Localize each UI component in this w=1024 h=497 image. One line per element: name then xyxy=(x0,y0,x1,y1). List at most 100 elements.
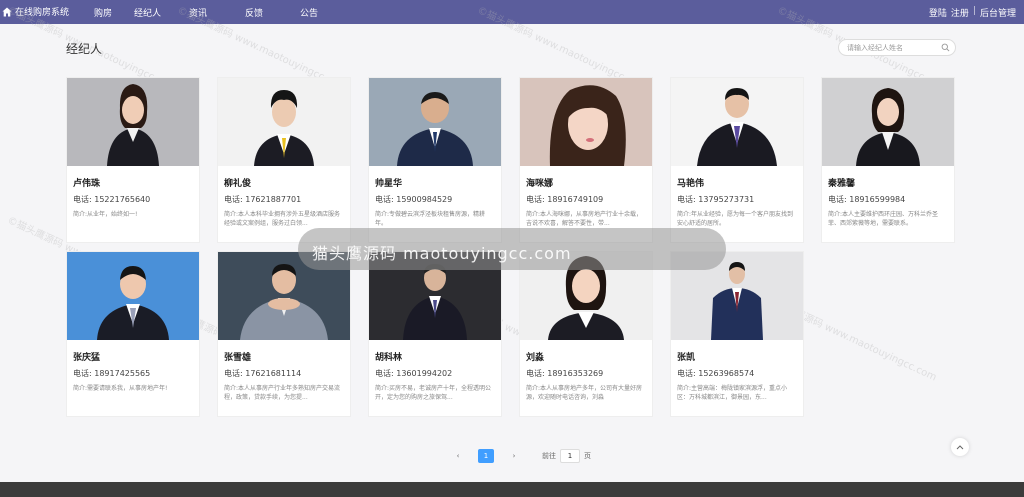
agent-intro: 简介:本人从事房地产多年，公司有大量好房源，欢迎随时电话咨询，刘淼 xyxy=(526,385,643,401)
agent-intro: 简介:买房不易，老诚房产十年，全程透明公开，定为您的购房之旅保驾... xyxy=(375,385,492,401)
agent-phone-number: 18916353269 xyxy=(547,369,604,378)
agent-name: 柳礼俊 xyxy=(224,179,252,189)
agent-name: 张庆猛 xyxy=(73,353,101,363)
agent-phone-number: 15900984529 xyxy=(396,195,453,204)
agent-intro: 简介:从业年，始终如一! xyxy=(73,211,138,218)
agent-intro: 简介:本人海咪娜，从事房地产行业十余载，吉说不欢喜，解答不要性，带... xyxy=(526,211,643,227)
agent-name: 帅星华 xyxy=(375,179,403,189)
agent-phone: 电话: 13601994202 xyxy=(375,368,452,379)
agent-search-box xyxy=(838,39,956,56)
agent-phone-label: 电话: xyxy=(73,369,92,378)
agent-phone-number: 17621887701 xyxy=(245,195,302,204)
agent-phone-number: 18916599984 xyxy=(849,195,906,204)
agent-card[interactable]: 秦雅馨 电话: 18916599984 简介:本人主要维护西环庄园、万科兰乔圣菲… xyxy=(821,77,955,243)
agent-card[interactable]: 张雪雄 电话: 17621681114 简介:本人从事房产行业年多熟知房产交易流… xyxy=(217,251,351,417)
agent-phone-number: 18917425565 xyxy=(94,369,151,378)
agent-name: 秦雅馨 xyxy=(828,179,856,189)
footer xyxy=(0,482,1024,497)
agent-phone-label: 电话: xyxy=(375,369,394,378)
back-to-top-button[interactable] xyxy=(951,438,969,456)
agent-card[interactable]: 柳礼俊 电话: 17621887701 简介:本人本科毕业拥有涉外五星级酒店服务… xyxy=(217,77,351,243)
nav-divider: | xyxy=(972,6,976,16)
agent-phone-label: 电话: xyxy=(828,195,847,204)
pagination: ‹ 1 › 前往 页 xyxy=(450,449,591,463)
agent-phone-number: 17621681114 xyxy=(245,369,302,378)
agent-name: 马艳伟 xyxy=(677,179,705,189)
agent-phone: 电话: 15263968574 xyxy=(677,368,754,379)
agent-phone: 电话: 17621887701 xyxy=(224,194,301,205)
agent-card[interactable]: 帅星华 电话: 15900984529 简介:专做碧云滨浮泾板块租售房源，精耕年… xyxy=(368,77,502,243)
prev-page-icon[interactable]: ‹ xyxy=(450,449,466,463)
nav-item-agents[interactable]: 经纪人 xyxy=(134,6,161,19)
agent-search-input[interactable] xyxy=(847,42,941,54)
brand[interactable]: 在线购房系统 xyxy=(2,5,69,18)
agent-card[interactable]: 张庆猛 电话: 18917425565 简介:需要请联系我，从事房地产年! xyxy=(66,251,200,417)
goto-page-input[interactable] xyxy=(560,449,580,463)
nav-item-feedback[interactable]: 反馈 xyxy=(245,6,263,19)
agent-photo xyxy=(520,78,652,166)
search-icon[interactable] xyxy=(941,43,950,52)
agent-phone: 电话: 17621681114 xyxy=(224,368,301,379)
agent-phone-label: 电话: xyxy=(375,195,394,204)
register-link[interactable]: 注册 xyxy=(951,6,969,19)
page-number-current[interactable]: 1 xyxy=(478,449,494,463)
agent-phone-label: 电话: xyxy=(677,195,696,204)
nav-item-announcement[interactable]: 公告 xyxy=(300,6,318,19)
agent-intro: 简介:本人主要维护西环庄园、万科兰乔圣菲、西郊紫薇等地，需要联系。 xyxy=(828,211,939,227)
chevron-up-icon xyxy=(956,445,964,450)
agent-phone-label: 电话: xyxy=(526,195,545,204)
agent-photo xyxy=(822,78,954,166)
nav-item-buy-house[interactable]: 购房 xyxy=(94,6,112,19)
agent-phone-label: 电话: xyxy=(677,369,696,378)
agent-phone: 电话: 15900984529 xyxy=(375,194,452,205)
agent-phone: 电话: 18916599984 xyxy=(828,194,905,205)
agent-card[interactable]: 张凯 电话: 15263968574 简介:主营高端：梅陇镇家滨源浮，重点小区：… xyxy=(670,251,804,417)
home-icon xyxy=(2,7,12,16)
agent-card[interactable]: 胡科林 电话: 13601994202 简介:买房不易，老诚房产十年，全程透明公… xyxy=(368,251,502,417)
agent-card[interactable]: 卢伟珠 电话: 15221765640 简介:从业年，始终如一! xyxy=(66,77,200,243)
agent-phone-label: 电话: xyxy=(224,369,243,378)
agent-phone-label: 电话: xyxy=(224,195,243,204)
agent-phone: 电话: 18916353269 xyxy=(526,368,603,379)
agent-name: 胡科林 xyxy=(375,353,403,363)
agent-photo xyxy=(67,252,199,340)
brand-title: 在线购房系统 xyxy=(15,8,70,18)
page-title: 经纪人 xyxy=(66,42,103,56)
agent-intro: 简介:需要请联系我，从事房地产年! xyxy=(73,385,168,392)
agent-card[interactable]: 海咪娜 电话: 18916749109 简介:本人海咪娜，从事房地产行业十余载，… xyxy=(519,77,653,243)
agent-name: 卢伟珠 xyxy=(73,179,101,189)
agent-phone-label: 电话: xyxy=(526,369,545,378)
agent-card[interactable]: 刘淼 电话: 18916353269 简介:本人从事房地产多年，公司有大量好房源… xyxy=(519,251,653,417)
agent-intro: 简介:主营高端：梅陇镇家滨源浮，重点小区：万科城都滨江，御景园，东... xyxy=(677,385,788,401)
agent-name: 海咪娜 xyxy=(526,179,554,189)
nav-item-news[interactable]: 资讯 xyxy=(189,6,207,19)
agent-phone-number: 18916749109 xyxy=(547,195,604,204)
agent-photo xyxy=(67,78,199,166)
agent-phone-label: 电话: xyxy=(73,195,92,204)
agent-phone: 电话: 18917425565 xyxy=(73,368,150,379)
agent-phone-number: 15221765640 xyxy=(94,195,151,204)
agent-name: 刘淼 xyxy=(526,353,545,363)
watermark-center: 猫头鹰源码 maotouyingcc.com xyxy=(312,244,572,263)
agent-phone-number: 15263968574 xyxy=(698,369,755,378)
admin-link[interactable]: 后台管理 xyxy=(980,6,1016,19)
agent-intro: 简介:专做碧云滨浮泾板块租售房源，精耕年。 xyxy=(375,211,486,227)
agent-name: 张凯 xyxy=(677,353,696,363)
login-link[interactable]: 登陆 xyxy=(929,6,947,19)
agent-name: 张雪雄 xyxy=(224,353,252,363)
agent-card[interactable]: 马艳伟 电话: 13795273731 简介:年从业经验，愿为每一个客户朋友找到… xyxy=(670,77,804,243)
page-unit-label: 页 xyxy=(584,452,591,460)
next-page-icon[interactable]: › xyxy=(506,449,522,463)
agent-phone: 电话: 15221765640 xyxy=(73,194,150,205)
agent-intro: 简介:本人本科毕业拥有涉外五星级酒店服务经验或文案例组，服务过白领... xyxy=(224,211,341,227)
agent-photo xyxy=(218,78,350,166)
goto-label: 前往 xyxy=(542,452,556,460)
top-navbar: 在线购房系统 购房 经纪人 资讯 反馈 公告 登陆 注册 | 后台管理 xyxy=(0,0,1024,24)
agent-intro: 简介:本人从事房产行业年多熟知房产交易流程，政策，贷款手续，为您提... xyxy=(224,385,341,401)
nav-auth-links: 登陆 注册 | 后台管理 xyxy=(929,6,1016,19)
agent-phone: 电话: 18916749109 xyxy=(526,194,603,205)
agent-photo xyxy=(671,78,803,166)
agent-photo xyxy=(369,78,501,166)
agent-phone-number: 13601994202 xyxy=(396,369,453,378)
agent-intro: 简介:年从业经验，愿为每一个客户朋友找到安心舒适的居所。 xyxy=(677,211,794,227)
